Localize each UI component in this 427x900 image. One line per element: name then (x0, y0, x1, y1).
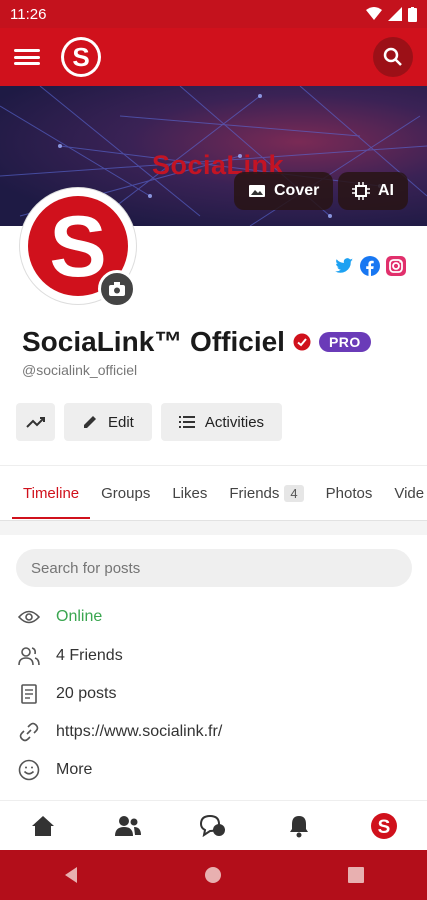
profile-handle: @socialink_officiel (22, 362, 138, 378)
online-status: Online (18, 602, 408, 632)
status-bar: 11:26 (0, 0, 427, 28)
back-icon[interactable] (63, 866, 79, 884)
chat-icon (200, 814, 226, 837)
profile-tabs: Timeline Groups Likes Friends 4 Photos Vi… (0, 465, 427, 521)
menu-icon[interactable] (14, 46, 40, 68)
recents-icon[interactable] (348, 867, 365, 883)
profile-actions: Edit Activities (16, 403, 283, 441)
tab-photos[interactable]: Photos (315, 466, 384, 520)
tab-label: Photos (325, 484, 373, 502)
bottom-nav: S (0, 800, 427, 850)
nav-friends[interactable] (108, 806, 148, 846)
activities-button-label: Activities (204, 413, 265, 431)
friends-count-badge: 4 (284, 484, 304, 502)
document-icon (21, 684, 37, 704)
nav-profile[interactable]: S (364, 806, 404, 846)
list-icon (178, 416, 195, 428)
link-icon (19, 722, 39, 742)
users-icon (18, 647, 40, 666)
search-icon (383, 47, 402, 66)
section-divider (0, 521, 427, 535)
ai-button-label: AI (378, 182, 394, 199)
nav-messages[interactable] (193, 806, 233, 846)
more-label: More (56, 761, 93, 778)
ai-button[interactable]: AI (338, 172, 408, 210)
tab-label: Timeline (23, 484, 80, 502)
profile-name-row: SociaLink™ Officiel PRO (22, 326, 371, 358)
signal-icon (388, 7, 402, 21)
socialink-logo[interactable]: S (60, 36, 102, 78)
svg-text:S: S (378, 817, 391, 838)
posts-info: 20 posts (18, 679, 408, 709)
facebook-icon[interactable] (360, 256, 380, 276)
profile-name: SociaLink™ Officiel (22, 326, 285, 357)
home-circle-icon[interactable] (204, 866, 222, 884)
friends-info[interactable]: 4 Friends (18, 641, 408, 671)
pro-badge: PRO (318, 332, 371, 352)
search-posts-input[interactable] (16, 549, 412, 587)
chip-icon (352, 182, 370, 200)
tab-videos[interactable]: Vide (383, 466, 427, 520)
posts-count-label: 20 posts (56, 685, 117, 702)
edit-button-label: Edit (108, 413, 134, 431)
eye-icon (18, 610, 40, 624)
trending-icon (25, 417, 45, 428)
system-nav-bar (0, 850, 427, 900)
tab-label: Vide (394, 484, 425, 502)
home-icon (31, 815, 54, 836)
friends-count-label: 4 Friends (56, 647, 123, 664)
activities-button[interactable]: Activities (160, 403, 283, 441)
tab-label: Groups (101, 484, 151, 502)
app-bar: S (0, 28, 427, 86)
status-icons (366, 6, 417, 22)
wifi-icon (366, 7, 382, 20)
social-links (334, 256, 406, 276)
online-label: Online (56, 608, 103, 625)
svg-text:S: S (49, 199, 106, 295)
cover-button-label: Cover (274, 182, 320, 199)
tab-likes[interactable]: Likes (161, 466, 218, 520)
website-link[interactable]: https://www.socialink.fr/ (56, 723, 222, 741)
status-time: 11:26 (10, 5, 47, 23)
tab-label: Friends (229, 484, 280, 502)
smile-icon (18, 759, 40, 781)
tab-friends[interactable]: Friends 4 (218, 466, 314, 520)
search-button[interactable] (373, 37, 413, 77)
change-avatar-button[interactable] (98, 270, 136, 308)
edit-button[interactable]: Edit (64, 403, 152, 441)
change-cover-button[interactable]: Cover (234, 172, 334, 210)
svg-text:S: S (72, 42, 89, 72)
tab-label: Likes (172, 484, 208, 502)
tab-timeline[interactable]: Timeline (12, 466, 91, 520)
users-icon (115, 815, 142, 836)
twitter-icon[interactable] (334, 256, 354, 276)
instagram-icon[interactable] (386, 256, 406, 276)
camera-icon (109, 282, 125, 296)
battery-icon (408, 6, 417, 22)
socialink-logo-icon: S (371, 812, 398, 839)
stats-button[interactable] (16, 403, 55, 441)
image-icon (249, 185, 265, 197)
nav-home[interactable] (23, 806, 63, 846)
verified-icon (293, 333, 311, 351)
bell-icon (289, 815, 308, 837)
nav-notifications[interactable] (279, 806, 319, 846)
more-info[interactable]: More (18, 755, 408, 785)
website-info[interactable]: https://www.socialink.fr/ (18, 717, 408, 747)
tab-groups[interactable]: Groups (90, 466, 161, 520)
pencil-icon (84, 416, 96, 428)
